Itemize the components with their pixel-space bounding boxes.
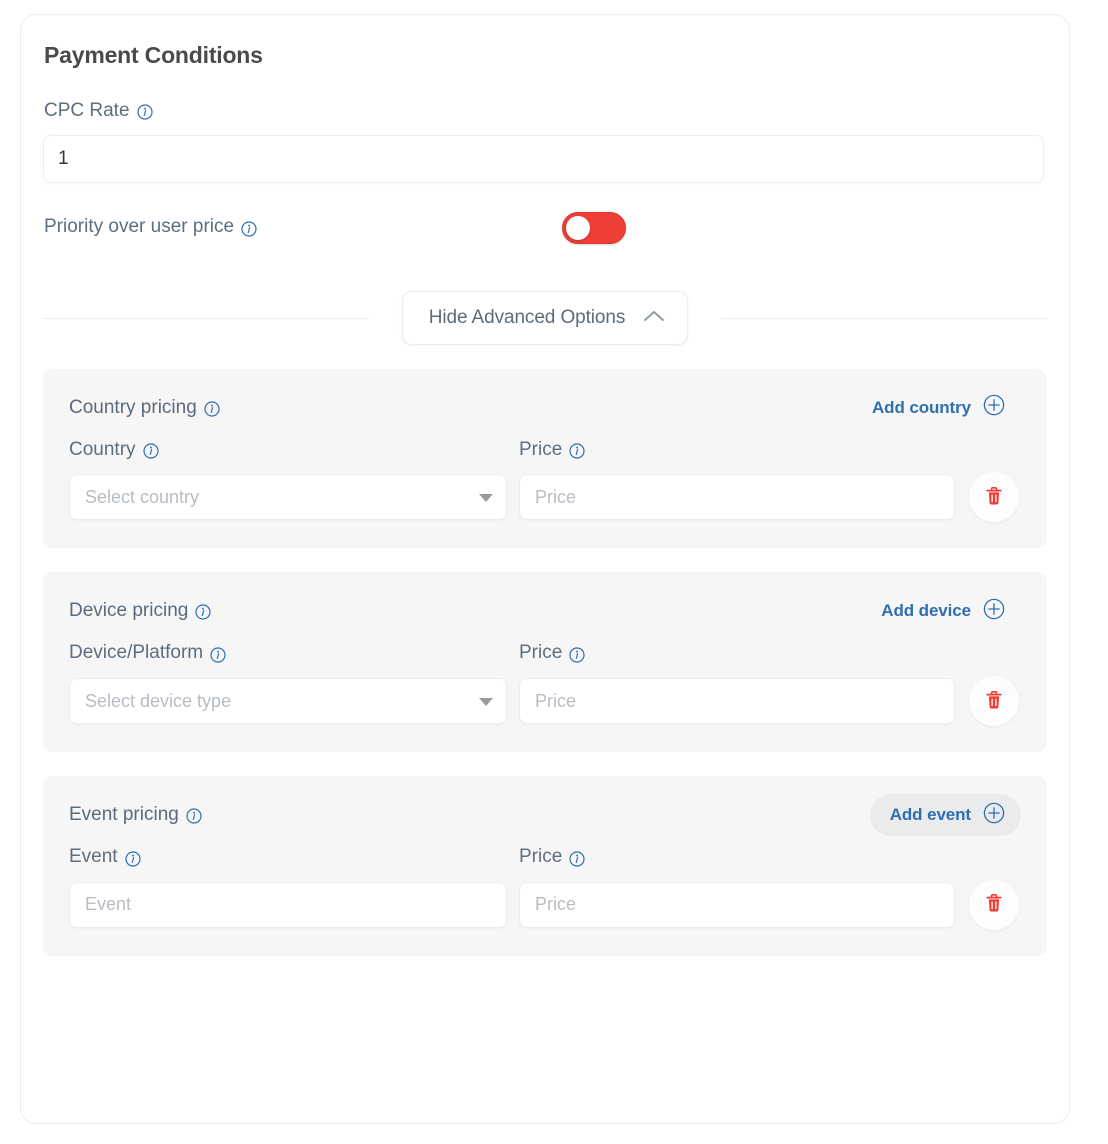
device-column-label-row: Device/Platform [69, 642, 519, 665]
delete-country-row-button[interactable] [969, 472, 1019, 523]
section-header: Device pricing Add device [69, 596, 1021, 626]
country-select-wrap [69, 474, 507, 521]
info-icon[interactable] [124, 850, 141, 867]
device-type-select[interactable] [69, 678, 507, 725]
country-select[interactable] [69, 474, 507, 521]
country-pricing-section: Country pricing Add country Country Pric… [43, 368, 1047, 549]
price-column-label: Price [519, 438, 563, 460]
device-price-wrap [519, 678, 955, 725]
device-pricing-title: Device pricing [69, 600, 189, 622]
priority-label-row: Priority over user price [44, 216, 257, 239]
trash-icon [984, 892, 1004, 917]
plus-circle-icon [983, 598, 1005, 625]
add-country-button[interactable]: Add country [852, 387, 1021, 429]
device-select-wrap [69, 678, 507, 725]
priority-toggle[interactable] [562, 211, 626, 244]
info-icon[interactable] [204, 400, 220, 417]
price-column-label: Price [519, 642, 563, 664]
event-pricing-row [69, 879, 1021, 930]
add-device-button[interactable]: Add device [861, 590, 1021, 632]
advanced-options-row: Hide Advanced Options [43, 290, 1047, 345]
price-column-label-row: Price [519, 642, 819, 665]
priority-over-user-price-row: Priority over user price [43, 211, 1047, 245]
column-headers: Event Price [69, 846, 1021, 869]
info-icon[interactable] [569, 443, 585, 459]
add-country-label: Add country [871, 397, 971, 417]
add-event-label: Add event [889, 805, 971, 825]
toggle-knob [566, 215, 590, 240]
cpc-rate-input[interactable] [43, 134, 1044, 183]
section-header: Country pricing Add country [69, 393, 1021, 423]
country-column-label-row: Country [69, 439, 519, 462]
info-icon[interactable] [195, 604, 211, 620]
divider-right [721, 317, 1047, 319]
info-icon[interactable] [569, 850, 585, 867]
info-icon[interactable] [569, 647, 585, 663]
country-pricing-title: Country pricing [69, 396, 197, 418]
country-price-wrap [519, 474, 955, 521]
device-pricing-title-row: Device pricing [69, 600, 211, 622]
hide-advanced-options-label: Hide Advanced Options [428, 306, 626, 328]
info-icon[interactable] [142, 443, 159, 459]
event-pricing-section: Event pricing Add event Event Price Even… [43, 776, 1047, 956]
info-icon[interactable] [210, 647, 226, 663]
event-input[interactable] [69, 881, 507, 928]
section-header: Event pricing Add event [69, 794, 1021, 837]
delete-device-row-button[interactable] [969, 676, 1019, 727]
payment-conditions-card: Payment Conditions CPC Rate Priority ove… [20, 14, 1070, 1124]
cpc-rate-label: CPC Rate [44, 99, 130, 121]
info-icon[interactable] [186, 808, 202, 824]
device-pricing-row [69, 676, 1021, 727]
country-pricing-title-row: Country pricing [69, 397, 220, 419]
country-column-label: Country [69, 438, 136, 460]
event-pricing-title-row: Event pricing [69, 804, 202, 826]
device-column-label: Device/Platform [69, 642, 204, 664]
event-pricing-title: Event pricing [69, 804, 179, 826]
country-pricing-row [69, 472, 1021, 523]
device-price-input[interactable] [519, 678, 955, 725]
event-price-wrap [519, 881, 955, 928]
trash-icon [984, 689, 1004, 714]
trash-icon [984, 485, 1004, 510]
chevron-up-icon [643, 309, 665, 326]
event-input-wrap [69, 881, 507, 928]
divider-left [43, 317, 369, 319]
price-column-label-row: Price [519, 846, 819, 869]
price-column-label-row: Price [519, 439, 819, 462]
cpc-rate-label-row: CPC Rate [43, 100, 1047, 123]
plus-circle-icon [983, 802, 1005, 829]
delete-event-row-button[interactable] [969, 879, 1019, 930]
plus-circle-icon [983, 394, 1005, 421]
price-column-label: Price [519, 846, 563, 868]
column-headers: Country Price [69, 439, 1021, 462]
device-pricing-section: Device pricing Add device Device/Platfor… [43, 572, 1047, 753]
info-icon[interactable] [241, 220, 257, 237]
add-event-button[interactable]: Add event [869, 794, 1021, 837]
country-price-input[interactable] [519, 474, 955, 521]
event-price-input[interactable] [519, 881, 955, 928]
event-column-label: Event [69, 846, 118, 868]
hide-advanced-options-button[interactable]: Hide Advanced Options [401, 290, 689, 345]
column-headers: Device/Platform Price [69, 642, 1021, 665]
add-device-label: Add device [881, 601, 971, 621]
page-title: Payment Conditions [44, 42, 263, 68]
priority-label: Priority over user price [44, 216, 235, 238]
info-icon[interactable] [136, 104, 153, 120]
event-column-label-row: Event [69, 846, 519, 869]
